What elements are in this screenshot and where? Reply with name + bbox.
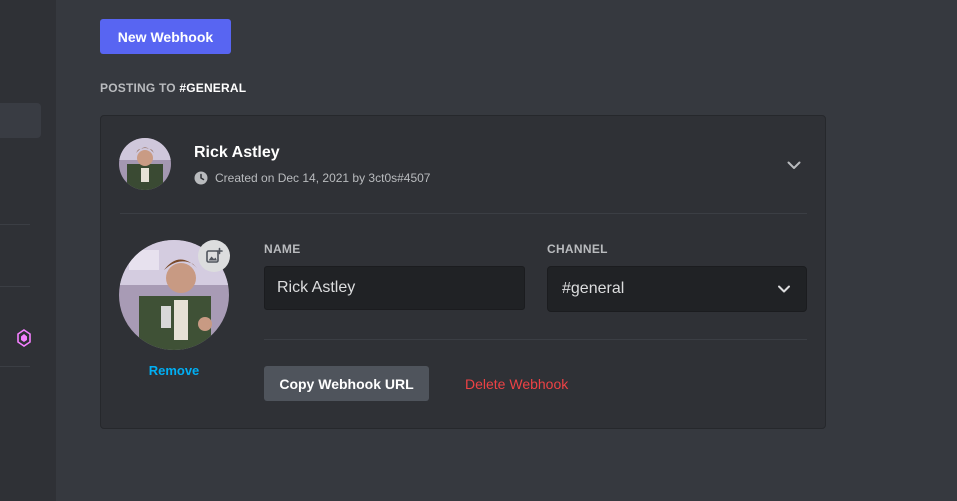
section-divider bbox=[264, 339, 807, 340]
channel-select-value: #general bbox=[562, 280, 625, 297]
webhook-meta: Created on Dec 14, 2021 by 3ct0s#4507 bbox=[194, 171, 430, 185]
sidebar-divider bbox=[0, 366, 30, 367]
nitro-gem-icon[interactable] bbox=[17, 329, 31, 347]
copy-webhook-url-button[interactable]: Copy Webhook URL bbox=[264, 366, 429, 401]
channel-select[interactable]: #general bbox=[547, 266, 807, 312]
webhook-name-input[interactable] bbox=[264, 266, 525, 310]
image-plus-icon bbox=[206, 247, 223, 263]
avatar bbox=[119, 138, 171, 190]
sidebar-divider bbox=[0, 224, 30, 225]
upload-avatar-button[interactable] bbox=[198, 240, 230, 272]
remove-avatar-link[interactable]: Remove bbox=[119, 363, 229, 378]
main-content: New Webhook POSTING TO #GENERAL Rick Ast… bbox=[56, 0, 957, 501]
posting-to-channel: #GENERAL bbox=[179, 81, 247, 95]
name-label: NAME bbox=[264, 242, 301, 256]
posting-to-heading: POSTING TO #GENERAL bbox=[100, 81, 246, 95]
sidebar-divider bbox=[0, 286, 30, 287]
sidebar-item-selected[interactable] bbox=[0, 103, 41, 138]
clock-icon bbox=[194, 171, 208, 185]
settings-sidebar bbox=[0, 0, 56, 501]
chevron-down-icon bbox=[778, 285, 790, 293]
webhook-card: Rick Astley Created on Dec 14, 2021 by 3… bbox=[100, 115, 826, 429]
channel-label: CHANNEL bbox=[547, 242, 608, 256]
new-webhook-button[interactable]: New Webhook bbox=[100, 19, 231, 54]
webhook-created-text: Created on Dec 14, 2021 by 3ct0s#4507 bbox=[215, 171, 431, 185]
chevron-down-icon[interactable] bbox=[785, 156, 803, 174]
webhook-name: Rick Astley bbox=[194, 144, 280, 161]
card-divider bbox=[120, 213, 807, 214]
delete-webhook-button[interactable]: Delete Webhook bbox=[450, 366, 583, 401]
posting-to-label: POSTING TO bbox=[100, 81, 180, 95]
